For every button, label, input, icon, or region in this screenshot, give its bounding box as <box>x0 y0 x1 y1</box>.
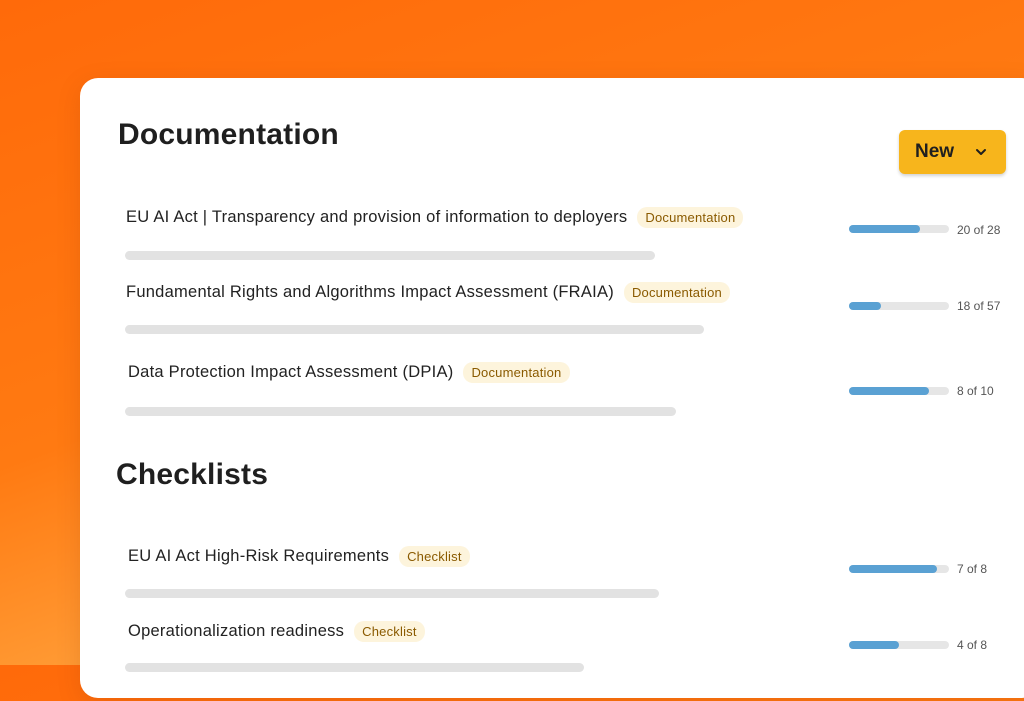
progress-count: 4 of 8 <box>957 638 988 652</box>
progress-fill <box>849 565 937 573</box>
placeholder-bar <box>125 407 676 416</box>
placeholder-bar <box>125 251 655 260</box>
list-item[interactable]: EU AI Act High-Risk Requirements Checkli… <box>0 546 1024 626</box>
type-badge: Checklist <box>399 546 470 567</box>
progress-fill <box>849 302 881 310</box>
progress-count: 20 of 28 <box>957 223 1001 237</box>
progress-fill <box>849 387 929 395</box>
progress-count: 7 of 8 <box>957 562 988 576</box>
progress-bar <box>849 225 949 233</box>
new-button[interactable]: New <box>899 130 1006 174</box>
item-title: EU AI Act High-Risk Requirements <box>128 547 390 565</box>
item-title: Fundamental Rights and Algorithms Impact… <box>126 283 614 301</box>
list-item[interactable]: Operationalization readiness Checklist 4… <box>0 621 1024 701</box>
section-title-documentation: Documentation <box>118 118 339 151</box>
type-badge: Checklist <box>354 621 425 642</box>
item-title: Operationalization readiness <box>128 622 345 640</box>
chevron-down-icon <box>976 149 987 155</box>
list-item[interactable]: Data Protection Impact Assessment (DPIA)… <box>0 362 1024 442</box>
progress-bar <box>849 641 949 649</box>
progress-fill <box>849 641 899 649</box>
type-badge: Documentation <box>637 207 744 228</box>
type-badge: Documentation <box>463 362 570 383</box>
item-title: EU AI Act | Transparency and provision o… <box>126 208 628 226</box>
section-title-checklists: Checklists <box>116 458 269 491</box>
progress-fill <box>849 225 921 233</box>
progress-bar <box>849 565 949 573</box>
progress-count: 18 of 57 <box>957 299 1001 313</box>
placeholder-bar <box>125 325 704 334</box>
progress-bar <box>849 302 949 310</box>
progress-bar <box>849 387 949 395</box>
list-item[interactable]: Fundamental Rights and Algorithms Impact… <box>0 282 1024 362</box>
type-badge: Documentation <box>623 282 730 303</box>
progress-count: 8 of 10 <box>957 384 994 398</box>
item-title: Data Protection Impact Assessment (DPIA) <box>128 363 454 381</box>
placeholder-bar <box>125 589 659 598</box>
placeholder-bar <box>125 663 584 672</box>
list-item[interactable]: EU AI Act | Transparency and provision o… <box>0 207 1024 287</box>
new-button-label: New <box>915 141 955 162</box>
